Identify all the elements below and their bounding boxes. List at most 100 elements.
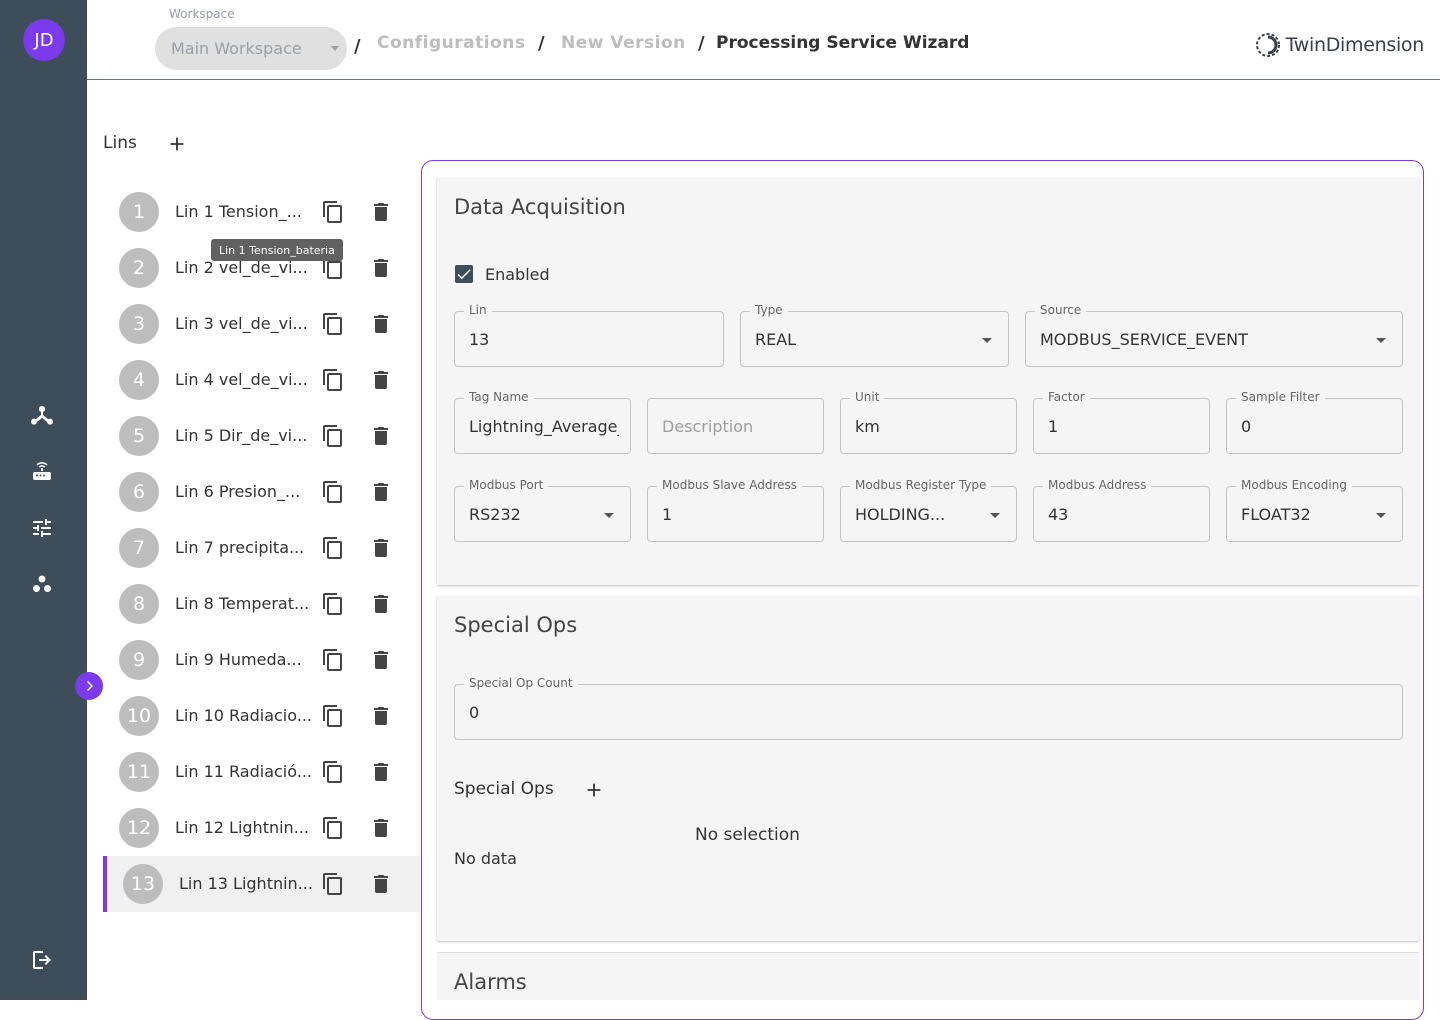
modbus-encoding-value: FLOAT32 xyxy=(1241,505,1311,524)
plus-icon xyxy=(170,137,184,151)
modbus-register-type-select[interactable]: Modbus Register Type HOLDING... xyxy=(840,478,1017,542)
lin-number-badge: 3 xyxy=(119,304,159,344)
tag-name-label: Tag Name xyxy=(464,390,534,404)
special-op-count-field[interactable]: Special Op Count 0 xyxy=(454,676,1403,740)
enabled-checkbox[interactable] xyxy=(455,265,473,283)
lin-item-label: Lin 6 Presion_... xyxy=(175,482,301,501)
caret-down-icon xyxy=(604,513,614,518)
caret-down-icon xyxy=(1376,513,1386,518)
lin-list-item[interactable]: 9 Lin 9 Humeda... xyxy=(103,632,420,688)
lin-number-badge: 5 xyxy=(119,416,159,456)
delete-icon[interactable] xyxy=(369,424,393,448)
copy-icon[interactable] xyxy=(321,648,345,672)
lin-item-label: Lin 10 Radiacio... xyxy=(175,706,313,725)
special-ops-card: Special Ops xyxy=(437,596,1419,941)
add-lin-button[interactable] xyxy=(166,133,188,155)
copy-icon[interactable] xyxy=(321,200,345,224)
type-select[interactable]: Type REAL xyxy=(740,303,1009,367)
lin-list-item[interactable]: 4 Lin 4 vel_de_vi... xyxy=(103,352,420,408)
delete-icon[interactable] xyxy=(369,648,393,672)
lin-list-item[interactable]: 6 Lin 6 Presion_... xyxy=(103,464,420,520)
lin-list-item[interactable]: 12 Lin 12 Lightnin... xyxy=(103,800,420,856)
workspace-label: Workspace xyxy=(169,7,235,21)
modbus-slave-address-label: Modbus Slave Address xyxy=(657,478,802,492)
factor-value: 1 xyxy=(1048,417,1059,436)
breadcrumb-configurations[interactable]: Configurations xyxy=(377,33,525,53)
lin-number-badge: 13 xyxy=(123,864,163,904)
network-icon[interactable] xyxy=(29,403,55,429)
delete-icon[interactable] xyxy=(369,816,393,840)
router-icon[interactable] xyxy=(29,459,55,485)
unit-field[interactable]: Unit km xyxy=(840,390,1017,454)
lin-list-item[interactable]: 11 Lin 11 Radiació... xyxy=(103,744,420,800)
modbus-slave-address-field[interactable]: Modbus Slave Address 1 xyxy=(647,478,824,542)
lin-list-item[interactable]: 5 Lin 5 Dir_de_vi... xyxy=(103,408,420,464)
modbus-encoding-label: Modbus Encoding xyxy=(1236,478,1352,492)
alarms-title: Alarms xyxy=(454,970,527,994)
copy-icon[interactable] xyxy=(321,368,345,392)
lin-field[interactable]: Lin 13 xyxy=(454,303,724,367)
expand-sidebar-button[interactable] xyxy=(75,672,103,700)
breadcrumb-new-version[interactable]: New Version xyxy=(561,33,686,53)
modbus-port-label: Modbus Port xyxy=(464,478,549,492)
delete-icon[interactable] xyxy=(369,312,393,336)
add-special-op-button[interactable] xyxy=(583,779,605,801)
copy-icon[interactable] xyxy=(321,816,345,840)
copy-icon[interactable] xyxy=(321,760,345,784)
lin-field-value: 13 xyxy=(469,330,490,349)
delete-icon[interactable] xyxy=(369,368,393,392)
lin-number-badge: 7 xyxy=(119,528,159,568)
special-ops-list-title: Special Ops xyxy=(454,779,554,799)
tune-icon[interactable] xyxy=(29,515,55,541)
delete-icon[interactable] xyxy=(369,592,393,616)
source-select[interactable]: Source MODBUS_SERVICE_EVENT xyxy=(1025,303,1403,367)
copy-icon[interactable] xyxy=(321,592,345,616)
special-op-count-label: Special Op Count xyxy=(464,676,578,690)
workspace-select[interactable]: Main Workspace xyxy=(155,27,347,70)
modbus-address-field[interactable]: Modbus Address 43 xyxy=(1033,478,1210,542)
lin-number-badge: 4 xyxy=(119,360,159,400)
copy-icon[interactable] xyxy=(321,872,345,896)
modbus-register-type-label: Modbus Register Type xyxy=(850,478,992,492)
logout-icon[interactable] xyxy=(29,947,55,973)
copy-icon[interactable] xyxy=(321,536,345,560)
delete-icon[interactable] xyxy=(369,704,393,728)
modbus-port-select[interactable]: Modbus Port RS232 xyxy=(454,478,631,542)
copy-icon[interactable] xyxy=(321,704,345,728)
check-icon xyxy=(457,269,471,280)
chevron-right-icon xyxy=(86,680,94,692)
caret-down-icon xyxy=(331,46,339,51)
lins-title: Lins xyxy=(103,133,137,153)
modbus-encoding-select[interactable]: Modbus Encoding FLOAT32 xyxy=(1226,478,1403,542)
delete-icon[interactable] xyxy=(369,760,393,784)
factor-field[interactable]: Factor 1 xyxy=(1033,390,1210,454)
lin-number-badge: 9 xyxy=(119,640,159,680)
workspace-value: Main Workspace xyxy=(171,39,302,58)
caret-down-icon xyxy=(1376,338,1386,343)
lin-list-item[interactable]: 1 Lin 1 Tension_... xyxy=(103,184,420,240)
sample-filter-field[interactable]: Sample Filter 0 xyxy=(1226,390,1403,454)
sidebar: JD xyxy=(0,0,87,1000)
delete-icon[interactable] xyxy=(369,536,393,560)
delete-icon[interactable] xyxy=(369,200,393,224)
delete-icon[interactable] xyxy=(369,256,393,280)
copy-icon[interactable] xyxy=(321,312,345,336)
delete-icon[interactable] xyxy=(369,480,393,504)
lin-list-item[interactable]: 10 Lin 10 Radiacio... xyxy=(103,688,420,744)
tag-name-value: Lightning_Average_ xyxy=(469,417,619,436)
description-field[interactable]: Description xyxy=(647,398,824,454)
group-icon[interactable] xyxy=(29,571,55,597)
header: Workspace Main Workspace / Configuration… xyxy=(87,0,1440,80)
tag-name-field[interactable]: Tag Name Lightning_Average_ xyxy=(454,390,631,454)
lin-list-item[interactable]: 7 Lin 7 precipita... xyxy=(103,520,420,576)
avatar[interactable]: JD xyxy=(23,19,65,61)
copy-icon[interactable] xyxy=(321,424,345,448)
no-data-text: No data xyxy=(454,849,517,868)
modbus-address-label: Modbus Address xyxy=(1043,478,1152,492)
copy-icon[interactable] xyxy=(321,480,345,504)
lin-list-item[interactable]: 8 Lin 8 Temperat... xyxy=(103,576,420,632)
lin-list-item[interactable]: 13 Lin 13 Lightnin... xyxy=(103,856,420,912)
lin-list-item[interactable]: 3 Lin 3 vel_de_vi... xyxy=(103,296,420,352)
caret-down-icon xyxy=(990,513,1000,518)
delete-icon[interactable] xyxy=(369,872,393,896)
